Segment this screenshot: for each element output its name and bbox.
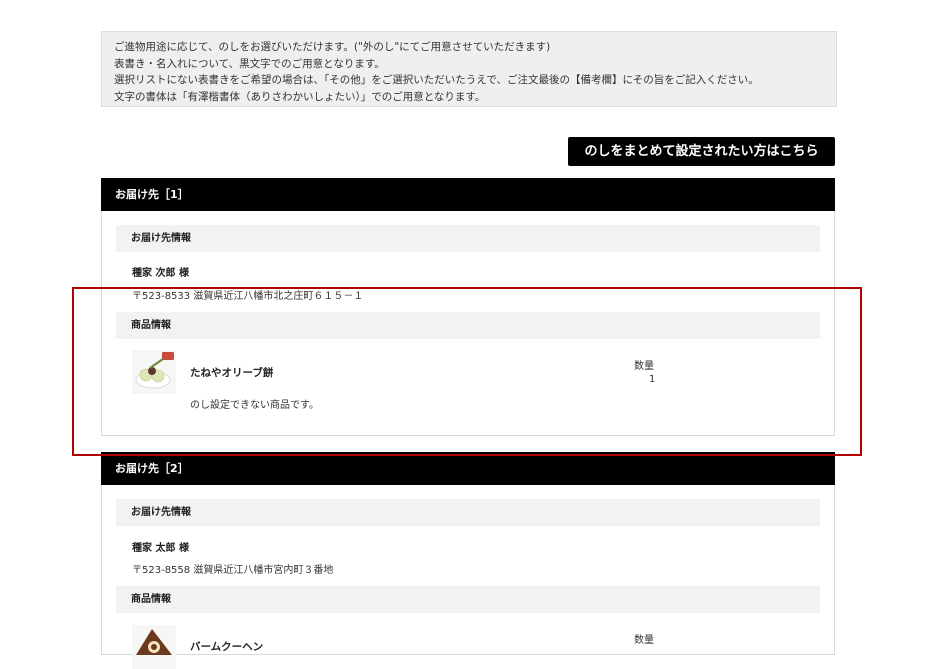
notice-line: 選択リストにない表書きをご希望の場合は、「その他」をご選択いただいたうえで、ご注… [114, 74, 759, 86]
notice-line: ご進物用途に応じて、のしをお選びいただけます。("外のし"にてご用意させていただ… [114, 41, 551, 53]
olive-mochi-product-image [132, 350, 176, 394]
recipient-name: 種家 太郎 様 [132, 543, 189, 554]
recipient-info-heading: お届け先情報 [116, 225, 820, 252]
recipient-address: 〒523-8558 滋賀県近江八幡市宮内町３番地 [132, 565, 334, 576]
notice-line: 表書き・名入れについて、黒文字でのご用意となります。 [114, 57, 385, 70]
quantity-value: 1 [649, 374, 656, 385]
product-info-heading: 商品情報 [116, 586, 820, 613]
product-info-heading: 商品情報 [116, 312, 820, 339]
destination-body-1: お届け先情報 種家 次郎 様 〒523-8533 滋賀県近江八幡市北之庄町６１５… [101, 211, 835, 436]
product-note: のし設定できない商品です。 [190, 400, 319, 411]
destination-header-1: お届け先［1］ [101, 178, 835, 211]
quantity-label: 数量 [634, 635, 654, 646]
recipient-name: 種家 次郎 様 [132, 268, 189, 279]
quantity-label: 数量 [634, 361, 654, 372]
bulk-noshi-settings-button[interactable]: のしをまとめて設定されたい方はこちら [568, 137, 835, 166]
baumkuchen-product-image [132, 625, 176, 669]
noshi-notice-box: ご進物用途に応じて、のしをお選びいただけます。("外のし"にてご用意させていただ… [101, 31, 837, 107]
notice-line: 文字の書体は「有澤楷書体（ありさわかいしょたい）」でのご用意となります。 [114, 90, 486, 103]
product-name: バームクーヘン [190, 641, 264, 653]
product-name: たねやオリーブ餅 [190, 367, 274, 379]
destination-body-2: お届け先情報 種家 太郎 様 〒523-8558 滋賀県近江八幡市宮内町３番地 … [101, 485, 835, 669]
recipient-address: 〒523-8533 滋賀県近江八幡市北之庄町６１５－１ [132, 291, 364, 302]
recipient-info-heading: お届け先情報 [116, 499, 820, 526]
destination-header-2: お届け先［2］ [101, 452, 835, 485]
